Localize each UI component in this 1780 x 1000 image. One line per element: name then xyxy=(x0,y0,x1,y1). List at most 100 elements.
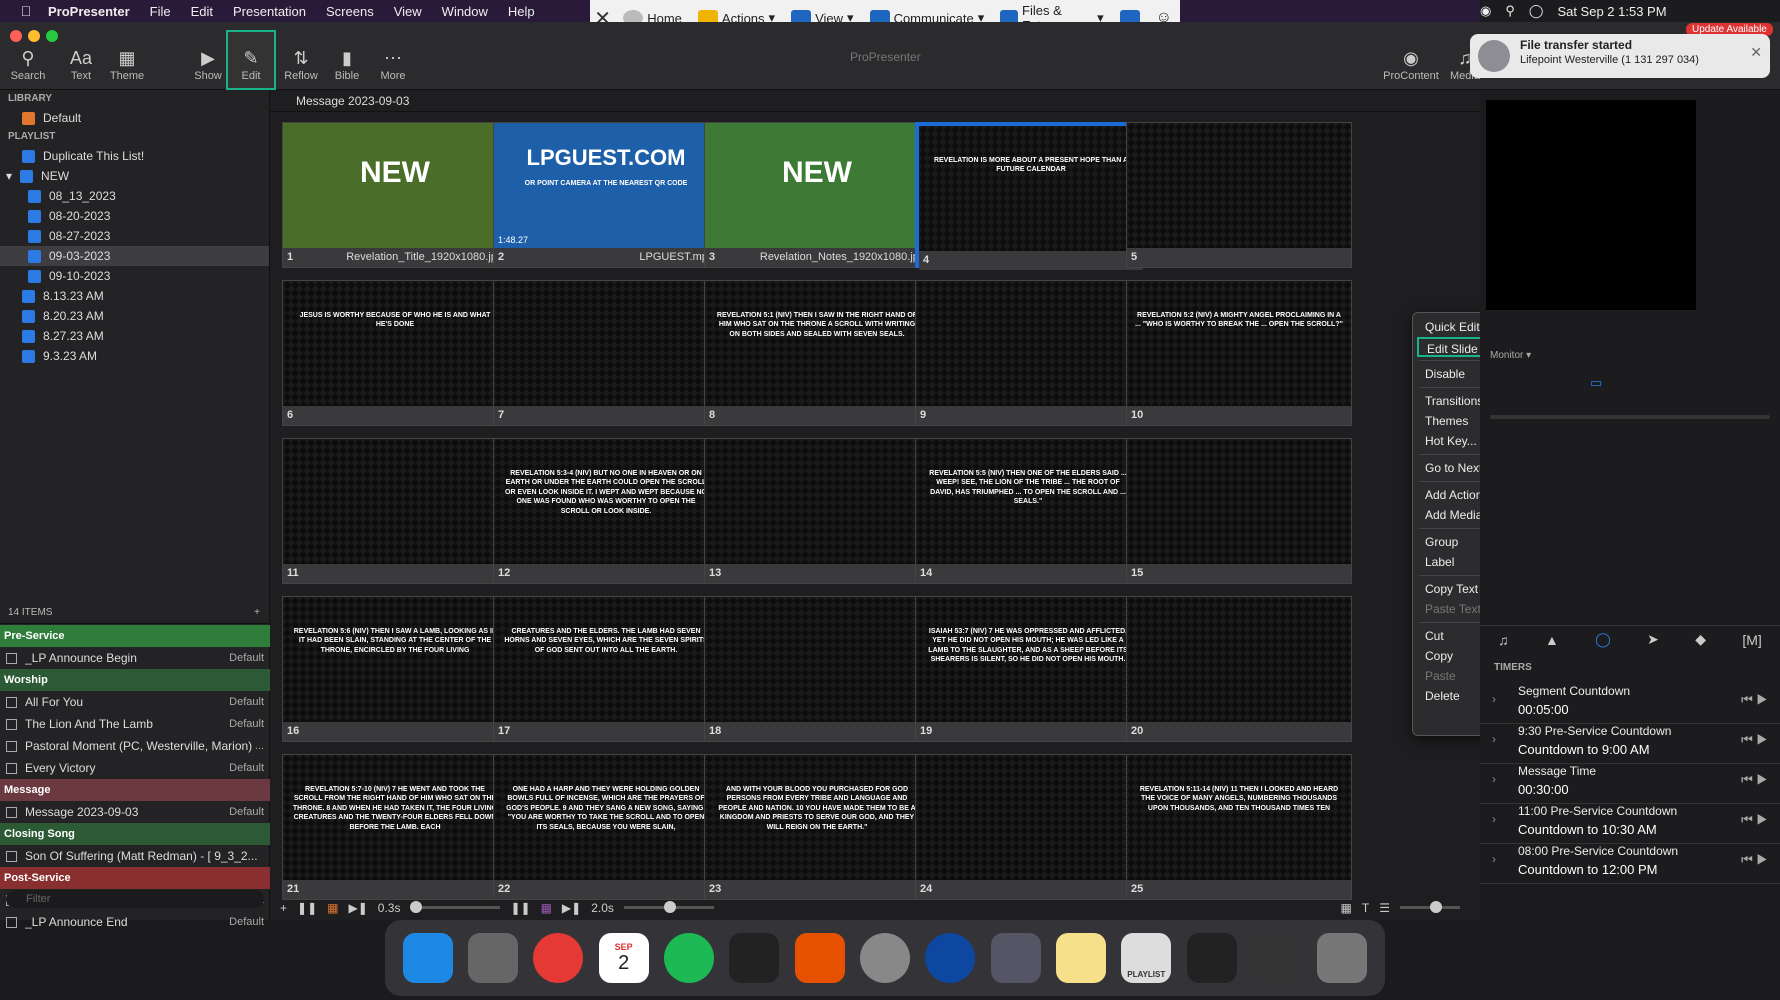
menu-screens[interactable]: Screens xyxy=(316,4,384,19)
menu-file[interactable]: File xyxy=(140,4,181,19)
playlist-duplicate[interactable]: Duplicate This List! xyxy=(0,146,269,166)
minimize-window-icon[interactable] xyxy=(28,30,40,42)
chevron-right-icon[interactable]: › xyxy=(1492,772,1496,786)
grid-view-icon[interactable]: ▦ xyxy=(1341,901,1352,915)
playlist-item[interactable]: 09-10-2023 xyxy=(0,266,269,286)
timer-row[interactable]: › Segment Countdown 00:05:00 ⏮ ▶ xyxy=(1480,680,1780,724)
timer-controls[interactable]: ⏮ ▶ xyxy=(1741,732,1768,748)
finder-icon[interactable] xyxy=(402,933,453,983)
slide-18[interactable]: 18 xyxy=(704,596,930,742)
list-item[interactable]: _LP Announce End Default xyxy=(0,911,270,933)
timer-row[interactable]: › Message Time 00:30:00 ⏮ ▶ xyxy=(1480,760,1780,804)
monitor-dropdown[interactable]: Monitor ▾ xyxy=(1490,350,1531,361)
chevron-down-icon[interactable]: ▾ xyxy=(6,166,12,186)
timer-row[interactable]: › 11:00 Pre-Service Countdown Countdown to… xyxy=(1480,800,1780,844)
list-item[interactable]: _LP Announce Begin Default xyxy=(0,647,270,669)
library-item-default[interactable]: Default xyxy=(0,108,269,128)
procontent-button[interactable]: ◉ ProContent xyxy=(1378,48,1444,82)
edit-button[interactable]: ✎ Edit xyxy=(226,30,276,90)
menu-edit[interactable]: Edit xyxy=(181,4,223,19)
playlist-item[interactable]: 8.27.23 AM xyxy=(0,326,269,346)
search-button[interactable]: ⚲ Search xyxy=(3,48,53,82)
slide-24[interactable]: 24 xyxy=(915,754,1141,900)
chevron-right-icon[interactable]: › xyxy=(1492,732,1496,746)
slide-23[interactable]: AND WITH YOUR BLOOD YOU PURCHASED FOR GO… xyxy=(704,754,930,900)
slide-1[interactable]: NEW 1 Revelation_Title_1920x1080.jpg xyxy=(282,122,508,268)
playlist-item[interactable]: 08_13_2023 xyxy=(0,186,269,206)
add-icon[interactable]: + xyxy=(254,602,260,624)
reflow-button[interactable]: ⇅ Reflow xyxy=(276,48,326,82)
transition-slider-2[interactable] xyxy=(623,901,714,913)
playlist-item[interactable]: 09-03-2023 xyxy=(0,246,269,266)
playlist-item[interactable]: 8.13.23 AM xyxy=(0,286,269,306)
slider-knob[interactable] xyxy=(1430,901,1442,913)
launchpad-icon[interactable] xyxy=(467,933,518,983)
list-item[interactable]: Pastoral Moment (PC, Westerville, Marion… xyxy=(0,735,270,757)
slide-8[interactable]: REVELATION 5:1 (NIV) THEN I SAW IN THE R… xyxy=(704,280,930,426)
slide-17[interactable]: CREATURES AND THE ELDERS. THE LAMB HAD S… xyxy=(493,596,719,742)
chrome-icon[interactable] xyxy=(533,933,584,983)
playlist-item[interactable]: 8.20.23 AM xyxy=(0,306,269,326)
playlist-folder-new[interactable]: ▾ NEW xyxy=(0,166,269,186)
slide-3[interactable]: NEW 3 Revelation_Notes_1920x1080.jpg xyxy=(704,122,930,268)
office-icon[interactable] xyxy=(794,933,845,983)
slide-20[interactable]: 20 xyxy=(1126,596,1352,742)
timer-row[interactable]: › 9:30 Pre-Service Countdown Countdown to … xyxy=(1480,720,1780,764)
timer-controls[interactable]: ⏮ ▶ xyxy=(1741,692,1768,708)
calendar-icon[interactable]: SEP 2 xyxy=(598,933,649,983)
chevron-right-icon[interactable]: › xyxy=(1492,692,1496,706)
slider-knob[interactable] xyxy=(663,901,676,913)
menu-view[interactable]: View xyxy=(384,4,432,19)
apple-icon[interactable]:  xyxy=(14,3,38,19)
timer-row[interactable]: › 08:00 Pre-Service Countdown Countdown to… xyxy=(1480,840,1780,884)
trash-icon[interactable] xyxy=(1317,933,1368,983)
slide-19[interactable]: ISAIAH 53:7 (NIV) 7 HE WAS OPPRESSED AND… xyxy=(915,596,1141,742)
list-view-icon[interactable]: ☰ xyxy=(1379,901,1390,915)
propresenter-playlist-icon[interactable]: PLAYLIST xyxy=(1121,933,1172,983)
notes-icon[interactable] xyxy=(1055,933,1106,983)
props-icon[interactable]: ▲ xyxy=(1545,632,1559,648)
playlist-item[interactable]: 9.3.23 AM xyxy=(0,346,269,366)
group-header[interactable]: Post-Service xyxy=(0,867,270,889)
spotify-icon[interactable] xyxy=(663,933,714,983)
preview-icon[interactable] xyxy=(990,933,1041,983)
settings-icon[interactable] xyxy=(859,933,910,983)
slide-6[interactable]: JESUS IS WORTHY BECAUSE OF WHO HE IS AND… xyxy=(282,280,508,426)
slide-7[interactable]: 7 xyxy=(493,280,719,426)
more-button[interactable]: ⋯ More xyxy=(368,48,418,82)
search-icon[interactable]: ⚲ xyxy=(1505,3,1515,19)
slide-22[interactable]: ONE HAD A HARP AND THEY WERE HOLDING GOL… xyxy=(493,754,719,900)
slide-14[interactable]: REVELATION 5:5 (NIV) THEN ONE OF THE ELD… xyxy=(915,438,1141,584)
screen-icon[interactable]: ▭ xyxy=(1590,375,1602,391)
list-item[interactable]: The Lion And The Lamb Default xyxy=(0,713,270,735)
list-item[interactable]: All For You Default xyxy=(0,691,270,713)
menu-window[interactable]: Window xyxy=(432,4,498,19)
clock[interactable]: Sat Sep 2 1:53 PM xyxy=(1557,4,1666,19)
timer-icon[interactable]: ◯ xyxy=(1595,631,1611,648)
text-button[interactable]: Aa Text xyxy=(56,48,106,82)
timer-controls[interactable]: ⏮ ▶ xyxy=(1741,812,1768,828)
control-center-icon[interactable]: ◯ xyxy=(1529,3,1544,19)
group-header[interactable]: Pre-Service xyxy=(0,625,270,647)
slide-13[interactable]: 13 xyxy=(704,438,930,584)
menu-app[interactable]: ProPresenter xyxy=(38,4,140,19)
close-icon[interactable]: ✕ xyxy=(1750,44,1762,61)
shuffle-icon[interactable]: ▦ xyxy=(541,901,552,915)
shuffle-icon[interactable]: ▦ xyxy=(327,901,338,915)
chevron-right-icon[interactable]: › xyxy=(1492,812,1496,826)
chevron-right-icon[interactable]: › xyxy=(1492,852,1496,866)
list-item[interactable]: Message 2023-09-03 Default xyxy=(0,801,270,823)
slide-15[interactable]: 15 xyxy=(1126,438,1352,584)
group-header[interactable]: Message xyxy=(0,779,270,801)
group-header[interactable]: Closing Song xyxy=(0,823,270,845)
teamviewer-icon[interactable] xyxy=(925,933,976,983)
bible-button[interactable]: ▮ Bible xyxy=(322,48,372,82)
pause-icon[interactable]: ❚❚ xyxy=(510,901,530,915)
zoom-window-icon[interactable] xyxy=(46,30,58,42)
notification[interactable]: File transfer started Lifepoint Westervi… xyxy=(1470,34,1770,78)
window-thumbnail-icon[interactable] xyxy=(1186,933,1237,983)
filter-input[interactable]: Filter xyxy=(6,890,264,908)
piano-icon[interactable] xyxy=(729,933,780,983)
slide-10[interactable]: REVELATION 5:2 (NIV) A MIGHTY ANGEL PROC… xyxy=(1126,280,1352,426)
wifi-icon[interactable]: ◉ xyxy=(1480,3,1491,19)
